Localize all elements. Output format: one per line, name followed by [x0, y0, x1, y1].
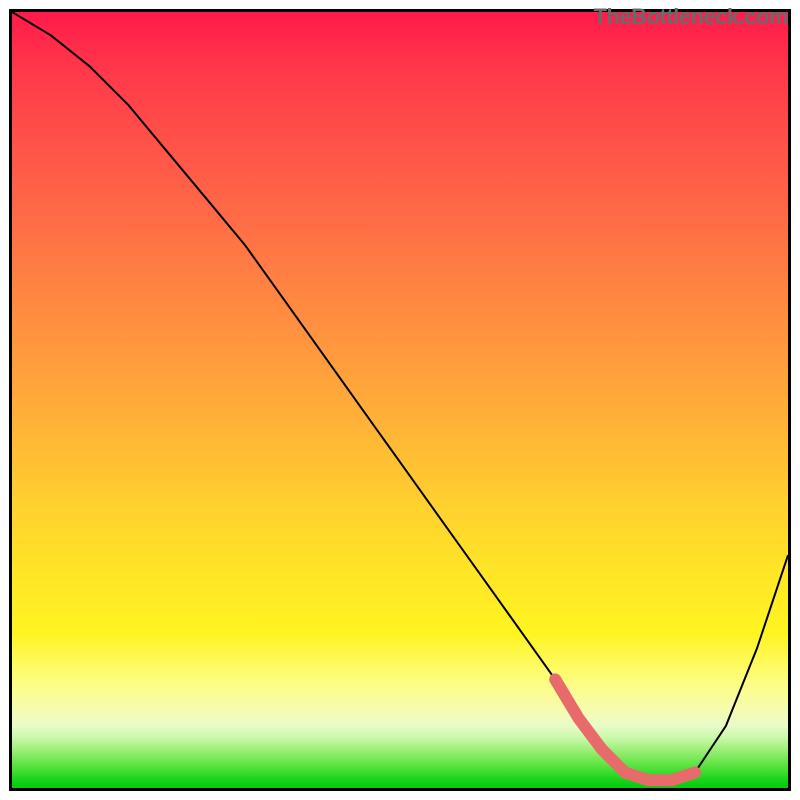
- bottleneck-curve: [12, 12, 788, 788]
- plot-area: [12, 12, 788, 788]
- curve-line: [12, 12, 788, 780]
- chart-root: TheBottleneck.com: [0, 0, 800, 800]
- curve-trough-highlight: [555, 679, 695, 780]
- watermark-text: TheBottleneck.com: [594, 4, 788, 30]
